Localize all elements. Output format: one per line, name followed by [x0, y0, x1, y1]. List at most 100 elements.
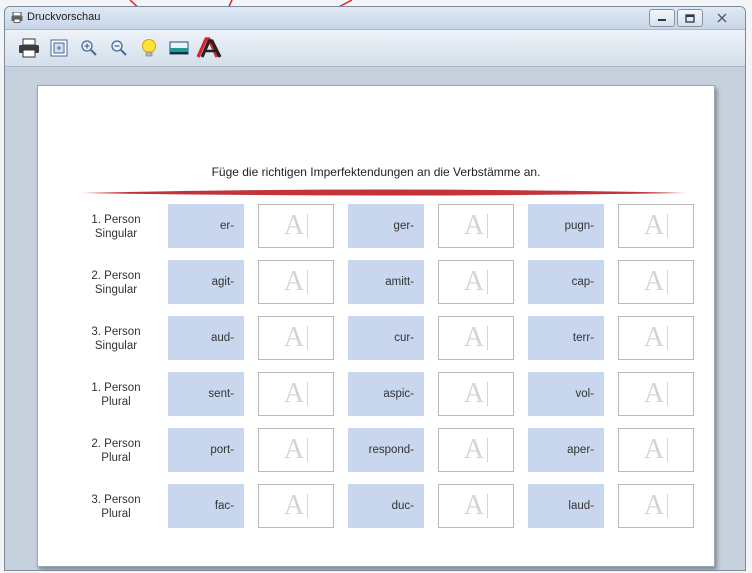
answer-input[interactable]: A: [618, 316, 694, 360]
verb-stem: ger-: [348, 204, 424, 248]
answer-input[interactable]: A: [258, 316, 334, 360]
text-cursor-icon: [487, 326, 489, 350]
text-placeholder-icon: A: [283, 490, 305, 521]
minimize-icon: [658, 19, 666, 21]
answer-input[interactable]: A: [258, 484, 334, 528]
text-placeholder-icon: A: [463, 210, 485, 241]
row-label: 3. Person Plural: [78, 493, 154, 521]
text-cursor-icon: [487, 438, 489, 462]
text-cursor-icon: [487, 382, 489, 406]
answer-input[interactable]: A: [258, 372, 334, 416]
verb-stem: pugn-: [528, 204, 604, 248]
text-placeholder-icon: A: [283, 266, 305, 297]
text-placeholder-icon: A: [463, 490, 485, 521]
row-label: 3. Person Singular: [78, 325, 154, 353]
font-icon: [196, 37, 222, 58]
text-cursor-icon: [307, 270, 309, 294]
minimize-button[interactable]: [649, 9, 675, 27]
text-cursor-icon: [667, 382, 669, 406]
verb-stem: er-: [168, 204, 244, 248]
verb-stem: vol-: [528, 372, 604, 416]
verb-stem: agit-: [168, 260, 244, 304]
window-title: Druckvorschau: [27, 11, 101, 23]
worksheet-page: Füge die richtigen Imperfektendungen an …: [37, 85, 715, 567]
verb-stem: duc-: [348, 484, 424, 528]
preview-area[interactable]: Füge die richtigen Imperfektendungen an …: [5, 67, 745, 570]
text-cursor-icon: [307, 214, 309, 238]
row-label-person: 2. Person: [91, 270, 141, 282]
text-cursor-icon: [667, 214, 669, 238]
row-label-number: Plural: [101, 396, 131, 408]
verb-stem: laud-: [528, 484, 604, 528]
text-cursor-icon: [307, 438, 309, 462]
text-placeholder-icon: A: [643, 490, 665, 521]
zoom-in-button[interactable]: [75, 34, 103, 62]
text-placeholder-icon: A: [643, 322, 665, 353]
verb-stem: aper-: [528, 428, 604, 472]
font-button[interactable]: [195, 34, 223, 62]
text-cursor-icon: [487, 270, 489, 294]
row-label-number: Singular: [94, 340, 138, 352]
row-label-person: 1. Person: [91, 214, 141, 226]
row-label-number: Plural: [101, 508, 131, 520]
toolbar: [5, 30, 745, 67]
image-button[interactable]: [165, 34, 193, 62]
answer-input[interactable]: A: [618, 204, 694, 248]
text-placeholder-icon: A: [283, 434, 305, 465]
text-cursor-icon: [487, 494, 489, 518]
text-placeholder-icon: A: [463, 378, 485, 409]
answer-input[interactable]: A: [438, 428, 514, 472]
verb-stem: port-: [168, 428, 244, 472]
zoom-in-icon: [81, 40, 97, 56]
answer-input[interactable]: A: [258, 260, 334, 304]
maximize-button[interactable]: [677, 9, 703, 27]
answer-input[interactable]: A: [438, 484, 514, 528]
answer-input[interactable]: A: [618, 428, 694, 472]
verb-stem: terr-: [528, 316, 604, 360]
verb-stem: aspic-: [348, 372, 424, 416]
row-label: 1. Person Plural: [78, 381, 154, 409]
answer-input[interactable]: A: [258, 428, 334, 472]
text-cursor-icon: [307, 494, 309, 518]
answer-input[interactable]: A: [438, 260, 514, 304]
text-placeholder-icon: A: [463, 266, 485, 297]
instruction-text: Füge die richtigen Imperfektendungen an …: [211, 165, 541, 179]
text-cursor-icon: [307, 326, 309, 350]
close-button[interactable]: [705, 9, 739, 27]
zoom-out-button[interactable]: [105, 34, 133, 62]
hint-bulb-icon: [142, 39, 156, 57]
maximize-icon: [685, 13, 695, 23]
text-placeholder-icon: A: [643, 378, 665, 409]
text-cursor-icon: [667, 270, 669, 294]
answer-input[interactable]: A: [258, 204, 334, 248]
hint-button[interactable]: [135, 34, 163, 62]
verb-stem: sent-: [168, 372, 244, 416]
answer-input[interactable]: A: [438, 316, 514, 360]
print-button[interactable]: [15, 34, 43, 62]
text-placeholder-icon: A: [283, 210, 305, 241]
row-label: 2. Person Singular: [78, 269, 154, 297]
answer-input[interactable]: A: [438, 204, 514, 248]
fit-page-button[interactable]: [45, 34, 73, 62]
text-cursor-icon: [487, 214, 489, 238]
answer-input[interactable]: A: [618, 484, 694, 528]
fit-page-icon: [50, 39, 68, 57]
row-label-person: 2. Person: [91, 438, 141, 450]
answer-input[interactable]: A: [618, 372, 694, 416]
answer-input[interactable]: A: [618, 260, 694, 304]
text-placeholder-icon: A: [643, 210, 665, 241]
row-label-person: 1. Person: [91, 382, 141, 394]
text-cursor-icon: [667, 326, 669, 350]
verb-stem: cur-: [348, 316, 424, 360]
row-label-number: Plural: [101, 452, 131, 464]
printer-title-icon: [11, 12, 23, 23]
text-placeholder-icon: A: [463, 322, 485, 353]
row-label-person: 3. Person: [91, 326, 141, 338]
answer-input[interactable]: A: [438, 372, 514, 416]
text-placeholder-icon: A: [463, 434, 485, 465]
title-bar: Druckvorschau: [5, 7, 745, 30]
verb-stem: fac-: [168, 484, 244, 528]
row-label-person: 3. Person: [91, 494, 141, 506]
print-icon: [19, 38, 39, 58]
row-label: 2. Person Plural: [78, 437, 154, 465]
